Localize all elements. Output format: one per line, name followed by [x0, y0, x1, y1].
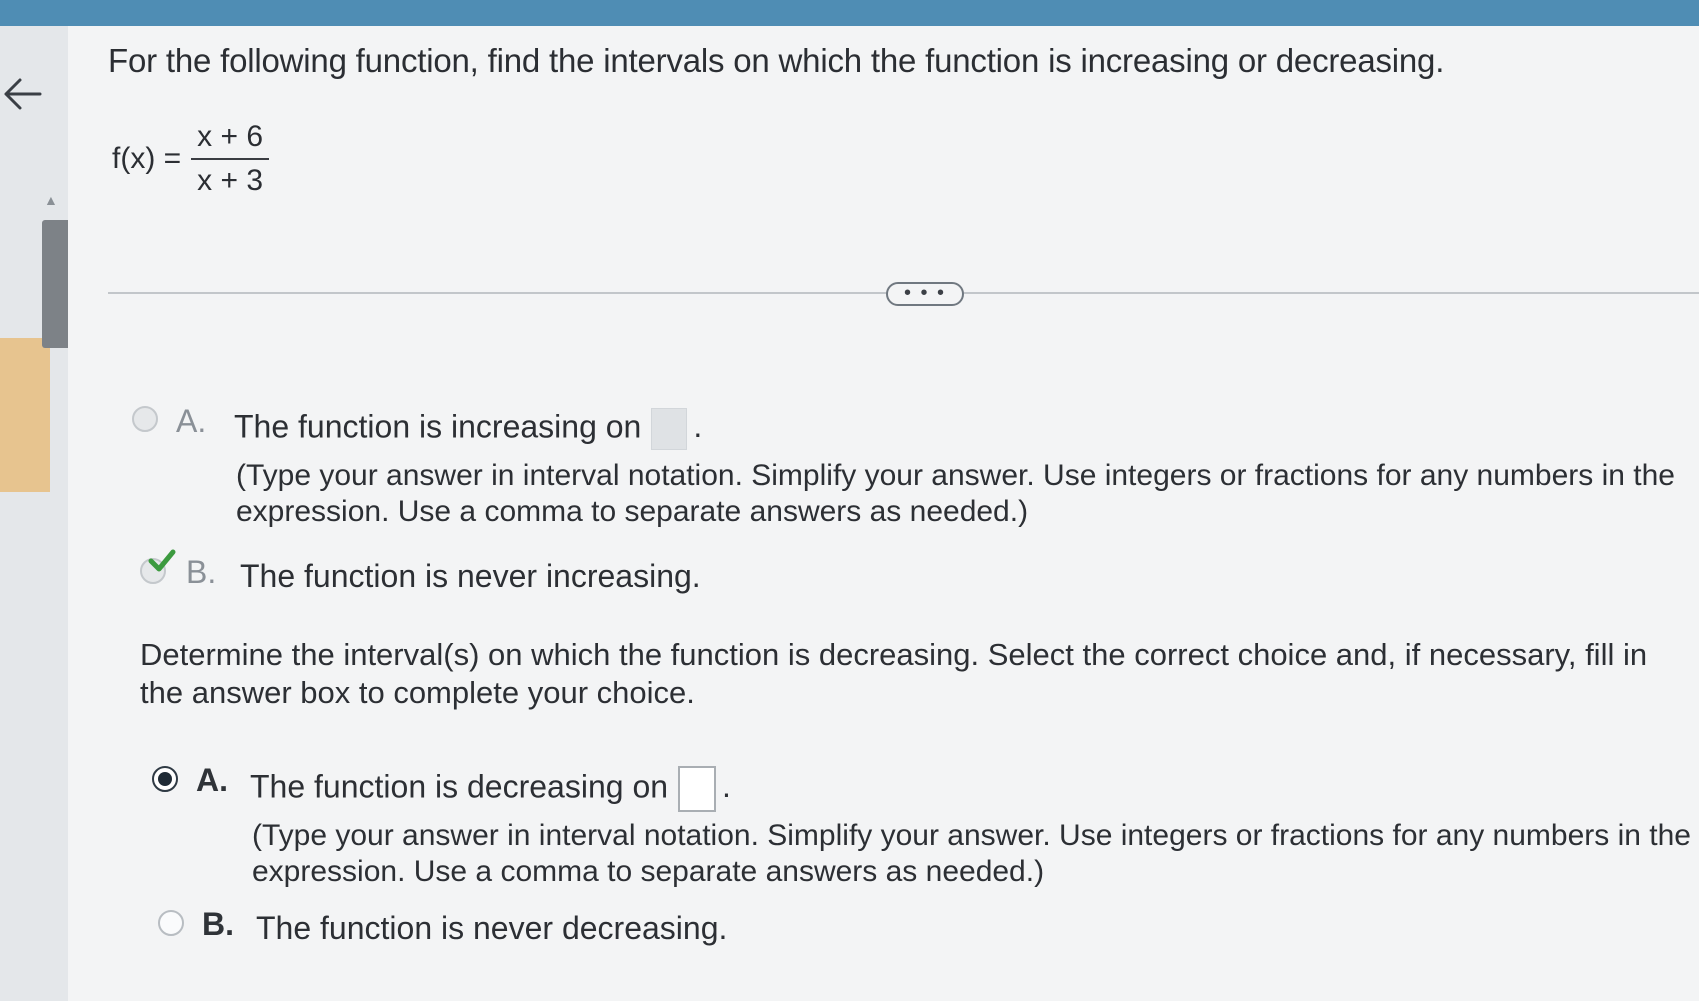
decreasing-prompt: Determine the interval(s) on which the f… — [140, 637, 1648, 710]
answer-box-decreasing[interactable] — [678, 766, 717, 812]
correct-check-icon — [148, 549, 176, 572]
radio-decreasing-a[interactable] — [152, 766, 178, 792]
option-period: . — [693, 408, 703, 445]
question-text: For the following function, find the int… — [108, 42, 1445, 79]
fraction: x + 6 x + 3 — [191, 120, 270, 198]
left-gutter — [0, 26, 69, 1001]
top-bar — [0, 0, 1699, 26]
option-increasing-a-hint: (Type your answer in interval notation. … — [236, 459, 1675, 528]
function-expression: f(x) = x + 6 x + 3 — [112, 120, 270, 198]
option-letter: B. — [186, 554, 217, 590]
scroll-up-arrow-icon[interactable]: ▲ — [44, 192, 58, 208]
option-increasing-a-text: The function is increasing on. — [234, 408, 702, 450]
option-label: The function is decreasing on — [250, 768, 669, 805]
option-letter: B. — [202, 906, 234, 942]
option-increasing-b-text: The function is never increasing. — [240, 558, 701, 594]
fraction-denominator: x + 3 — [197, 164, 264, 197]
option-decreasing-b-text: The function is never decreasing. — [256, 910, 728, 946]
back-arrow-icon[interactable] — [0, 68, 46, 120]
radio-increasing-a[interactable] — [132, 406, 158, 432]
more-button[interactable]: • • • — [886, 282, 964, 306]
option-decreasing-a-hint: (Type your answer in interval notation. … — [252, 819, 1691, 888]
option-decreasing-a-text: The function is decreasing on. — [250, 766, 731, 812]
option-letter: A. — [196, 762, 228, 798]
function-lhs: f(x) = — [112, 142, 182, 175]
option-period: . — [722, 768, 731, 805]
answer-box-increasing[interactable] — [651, 408, 688, 450]
option-letter: A. — [176, 403, 207, 439]
radio-decreasing-b[interactable] — [158, 910, 184, 936]
option-label: The function is increasing on — [234, 408, 642, 445]
fraction-numerator: x + 6 — [191, 120, 270, 160]
highlight-band — [0, 338, 50, 492]
